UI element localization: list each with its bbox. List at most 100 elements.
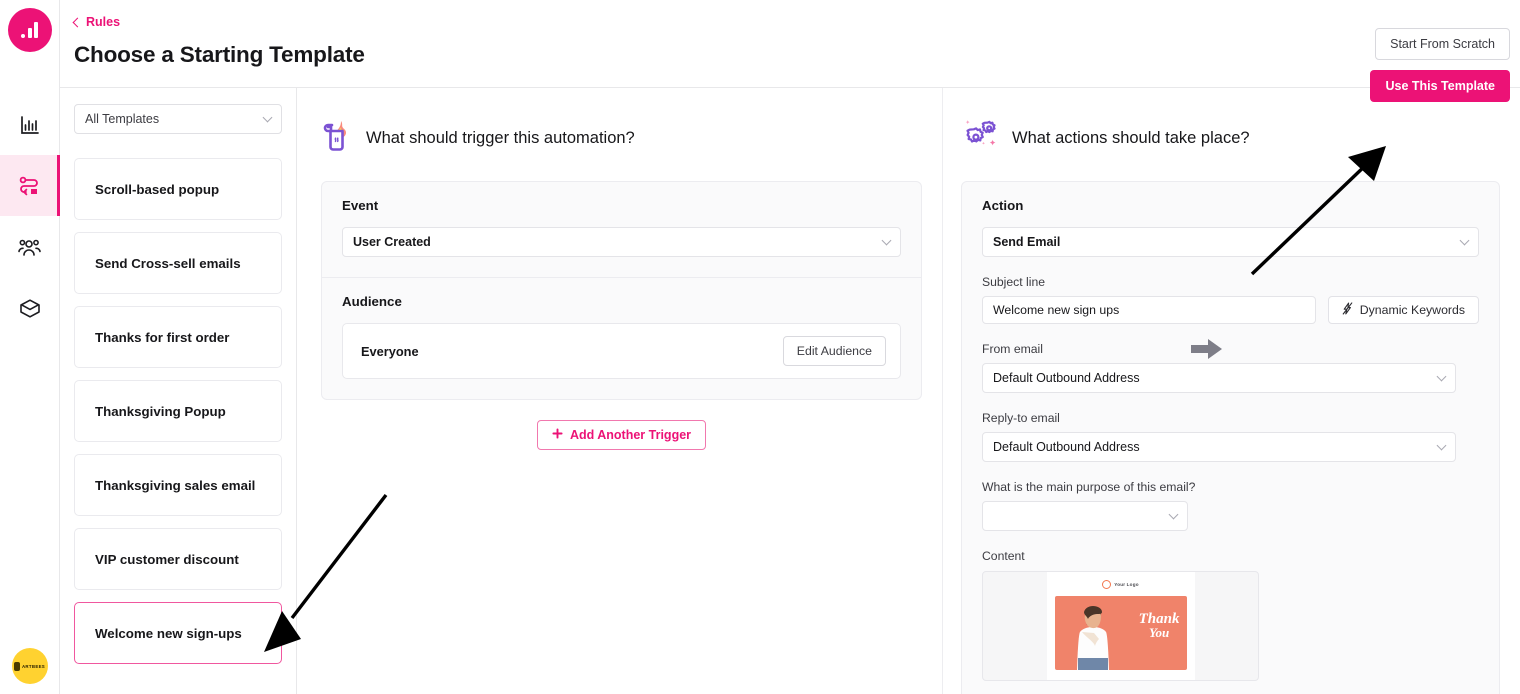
body-column: Rules Choose a Starting Template Start F… xyxy=(60,0,1520,694)
reply-email-field: Reply-to email Default Outbound Address xyxy=(982,411,1479,462)
breadcrumb-label: Rules xyxy=(86,15,121,29)
dynamic-keywords-label: Dynamic Keywords xyxy=(1359,303,1465,317)
bar-chart-logo[interactable] xyxy=(7,8,52,52)
actions-panel: Use This Template What actions should ta… xyxy=(942,70,1520,694)
left-rail: ARTBEES xyxy=(0,0,60,694)
dynamic-keywords-button[interactable]: Dynamic Keywords xyxy=(1327,296,1479,324)
template-card-label: VIP customer discount xyxy=(95,551,239,567)
lighter-flame-icon xyxy=(321,118,353,159)
email-banner-line2: You xyxy=(1148,625,1170,640)
from-email-value: Default Outbound Address xyxy=(993,371,1140,385)
event-select[interactable]: User Created xyxy=(342,227,901,257)
email-banner-text: Thank You xyxy=(1139,612,1180,640)
flow-rules-icon xyxy=(18,175,41,197)
chevron-down-icon xyxy=(1168,509,1179,520)
email-logo-row: Your Logo xyxy=(1047,580,1195,589)
action-label: Action xyxy=(982,198,1024,213)
sidebar-item-products[interactable] xyxy=(0,277,60,338)
audience-row: Everyone Edit Audience xyxy=(342,323,901,379)
topbar: Rules Choose a Starting Template Start F… xyxy=(60,0,1520,88)
chevron-down-icon xyxy=(1436,371,1447,382)
email-logo-text: Your Logo xyxy=(1114,582,1139,587)
action-select[interactable]: Send Email xyxy=(982,227,1479,257)
sidebar-item-analytics[interactable] xyxy=(0,94,60,155)
box-icon xyxy=(18,297,42,319)
add-another-trigger-button[interactable]: Add Another Trigger xyxy=(536,420,707,450)
trigger-panel: What should trigger this automation? Eve… xyxy=(297,88,942,694)
sidebar-item-rules[interactable] xyxy=(0,155,60,216)
bar-chart-icon xyxy=(19,114,41,136)
trigger-panel-header: What should trigger this automation? xyxy=(321,116,922,160)
template-card[interactable]: VIP customer discount xyxy=(74,528,282,590)
purpose-field: What is the main purpose of this email? xyxy=(982,480,1479,531)
people-icon xyxy=(17,236,42,258)
page-title: Choose a Starting Template xyxy=(74,42,365,67)
template-card[interactable]: Thanksgiving Popup xyxy=(74,380,282,442)
subject-field: Subject line Dynamic Keywords xyxy=(982,275,1479,324)
actions-panel-header: What actions should take place? xyxy=(961,116,1500,160)
event-section: Event User Created xyxy=(322,182,921,277)
template-card-selected[interactable]: Welcome new sign-ups xyxy=(74,602,282,664)
use-this-template-button[interactable]: Use This Template xyxy=(1370,70,1510,102)
rail-nav xyxy=(0,94,60,338)
template-card-label: Thanksgiving Popup xyxy=(95,403,226,419)
from-email-label: From email xyxy=(982,342,1043,356)
subject-row: Dynamic Keywords xyxy=(982,296,1479,324)
template-card-label: Welcome new sign-ups xyxy=(95,625,242,641)
flow-arrow-icon xyxy=(1191,339,1222,359)
lightning-bolt-icon xyxy=(1342,302,1353,318)
trigger-heading: What should trigger this automation? xyxy=(366,128,635,147)
template-card[interactable]: Thanksgiving sales email xyxy=(74,454,282,516)
sidebar-item-audience[interactable] xyxy=(0,216,60,277)
add-another-trigger-label: Add Another Trigger xyxy=(569,428,692,442)
event-select-value: User Created xyxy=(353,235,431,249)
email-banner: Thank You xyxy=(1054,596,1187,670)
template-card[interactable]: Thanks for first order xyxy=(74,306,282,368)
content-field: Content Your Logo Thank You xyxy=(982,549,1479,681)
event-label: Event xyxy=(342,198,379,213)
subject-input[interactable] xyxy=(982,296,1316,324)
actions-heading: What actions should take place? xyxy=(1012,128,1250,147)
app-root: ARTBEES Rules Choose a Starting Template… xyxy=(0,0,1520,694)
template-list-panel: All Templates Scroll-based popup Send Cr… xyxy=(60,88,297,694)
main-area: All Templates Scroll-based popup Send Cr… xyxy=(60,70,1520,694)
audience-label: Audience xyxy=(342,294,402,309)
subject-label: Subject line xyxy=(982,275,1046,289)
reply-email-select[interactable]: Default Outbound Address xyxy=(982,432,1456,462)
template-card-label: Thanks for first order xyxy=(95,329,230,345)
person-illustration xyxy=(1076,606,1109,670)
edit-audience-button[interactable]: Edit Audience xyxy=(782,336,886,366)
template-card-label: Scroll-based popup xyxy=(95,181,220,197)
template-card[interactable]: Scroll-based popup xyxy=(74,158,282,220)
template-card-label: Thanksgiving sales email xyxy=(95,477,256,493)
template-card-label: Send Cross-sell emails xyxy=(95,255,241,271)
trigger-card: Event User Created Audience Everyone Edi… xyxy=(321,181,922,400)
action-section: Action Send Email Subject line Welcome n… xyxy=(962,182,1499,694)
template-filter-value: All Templates xyxy=(85,112,160,126)
chevron-left-icon xyxy=(72,17,83,27)
plus-icon xyxy=(552,428,563,442)
template-card[interactable]: Send Cross-sell emails xyxy=(74,232,282,294)
email-preview[interactable]: Your Logo Thank You xyxy=(982,571,1259,681)
template-filter-select[interactable]: All Templates xyxy=(74,104,282,134)
action-select-value: Send Email xyxy=(993,235,1061,249)
gears-sparkle-icon xyxy=(961,117,999,160)
from-email-field: From email Default Outbound Address xyxy=(982,342,1479,393)
purpose-select[interactable] xyxy=(982,501,1188,531)
email-logo-icon xyxy=(1102,580,1112,589)
reply-email-value: Default Outbound Address xyxy=(993,440,1140,454)
audience-value: Everyone xyxy=(361,343,419,359)
purpose-label: What is the main purpose of this email? xyxy=(982,480,1196,494)
content-label: Content xyxy=(982,549,1025,563)
breadcrumb[interactable]: Rules xyxy=(72,15,121,29)
chevron-down-icon xyxy=(1459,235,1470,246)
template-preview-canvas: What should trigger this automation? Eve… xyxy=(297,70,1520,694)
chevron-down-icon xyxy=(1436,440,1447,451)
chevron-down-icon xyxy=(881,235,892,246)
add-trigger-wrap: Add Another Trigger xyxy=(321,420,922,450)
reply-email-label: Reply-to email xyxy=(982,411,1060,425)
avatar[interactable]: ARTBEES xyxy=(11,648,48,684)
action-card: Action Send Email Subject line Welcome n… xyxy=(961,181,1500,694)
from-email-select[interactable]: Default Outbound Address xyxy=(982,363,1456,393)
start-from-scratch-button[interactable]: Start From Scratch xyxy=(1375,28,1510,60)
